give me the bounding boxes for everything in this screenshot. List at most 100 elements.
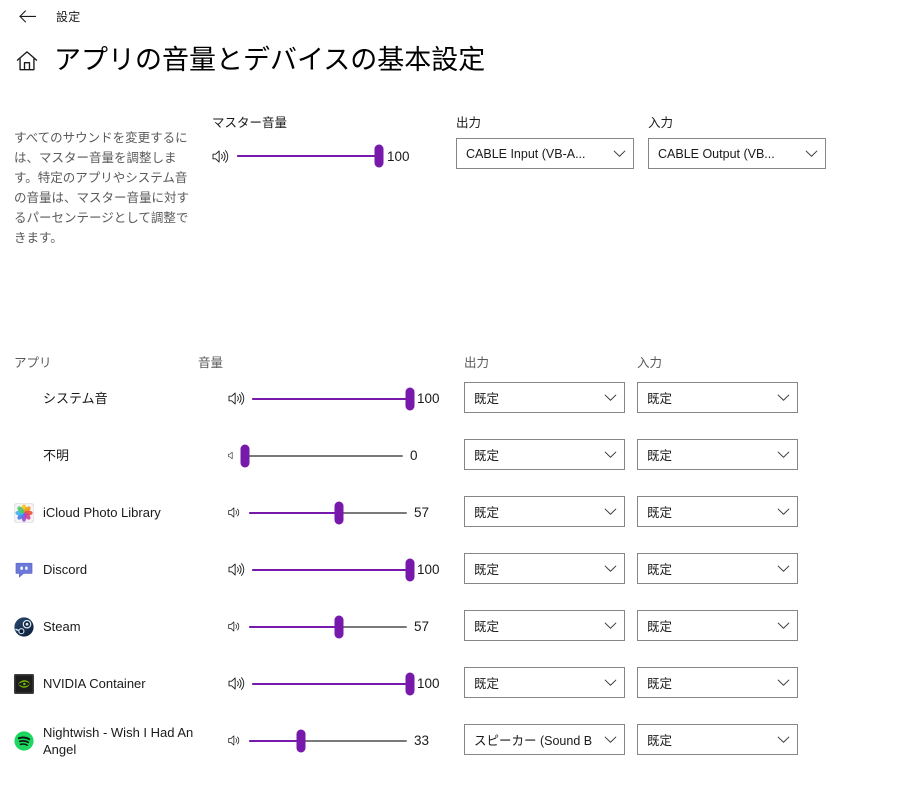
slider-thumb[interactable]	[296, 729, 306, 752]
app-volume-slider[interactable]	[249, 613, 407, 641]
app-input-dropdown[interactable]: 既定	[637, 496, 798, 527]
app-output-value: 既定	[474, 563, 500, 577]
speaker-high-icon	[228, 562, 245, 577]
master-input-value: CABLE Output (VB...	[658, 146, 775, 161]
app-input-dropdown[interactable]: 既定	[637, 553, 798, 584]
app-input-dropdown[interactable]: 既定	[637, 724, 798, 755]
app-output-dropdown[interactable]: 既定	[464, 553, 625, 584]
chevron-down-icon	[604, 451, 617, 458]
app-volume-slider[interactable]	[249, 499, 407, 527]
app-name-cell: Steam	[14, 598, 224, 655]
app-name-cell: システム音	[14, 370, 224, 427]
app-input-value: 既定	[647, 563, 673, 577]
page-heading: アプリの音量とデバイスの基本設定	[14, 45, 486, 76]
app-volume-cell: 33	[228, 712, 441, 769]
app-output-dropdown[interactable]: 既定	[464, 496, 625, 527]
app-volume-value: 57	[414, 619, 430, 634]
app-volume-value: 100	[417, 391, 440, 406]
nvidia-icon	[14, 673, 34, 694]
chevron-down-icon	[604, 508, 617, 515]
chevron-down-icon	[604, 679, 617, 686]
speaker-mid-icon	[228, 619, 242, 634]
app-volume-slider[interactable]	[252, 670, 415, 698]
master-description: すべてのサウンドを変更するには、マスター音量を調整します。特定のアプリやシステム…	[14, 131, 190, 245]
icloud-photos-icon	[13, 502, 35, 523]
slider-thumb[interactable]	[334, 501, 344, 524]
app-volume-value: 33	[414, 733, 430, 748]
column-header-volume: 音量	[198, 356, 224, 370]
apps-list: システム音 100 既定 既定 不明 0 既定 既定 iCloud Photo Library 5…	[0, 370, 910, 769]
app-volume-slider[interactable]	[252, 385, 415, 413]
chevron-down-icon	[604, 736, 617, 743]
slider-thumb[interactable]	[405, 558, 415, 581]
app-input-dropdown[interactable]: 既定	[637, 439, 798, 470]
app-name-cell: iCloud Photo Library	[13, 484, 224, 541]
chevron-down-icon	[777, 508, 790, 515]
settings-page: 設定 アプリの音量とデバイスの基本設定 すべてのサウンドを変更するには、マスター…	[0, 0, 910, 804]
app-row: システム音 100 既定 既定	[0, 370, 910, 427]
app-volume-slider[interactable]	[240, 442, 403, 470]
chevron-down-icon	[777, 565, 790, 572]
slider-thumb[interactable]	[405, 672, 415, 695]
discord-icon	[14, 560, 34, 580]
master-input-dropdown[interactable]: CABLE Output (VB...	[648, 138, 826, 169]
app-name: Steam	[43, 619, 81, 634]
app-output-dropdown[interactable]: スピーカー (Sound B	[464, 724, 625, 755]
app-volume-cell: 100	[228, 370, 444, 427]
app-output-value: 既定	[474, 449, 500, 463]
speaker-mute-icon	[228, 448, 238, 463]
speaker-mid-icon	[228, 733, 242, 748]
app-input-value: 既定	[647, 506, 673, 520]
app-volume-cell: 100	[228, 541, 444, 598]
app-output-value: 既定	[474, 506, 500, 520]
app-input-dropdown[interactable]: 既定	[637, 382, 798, 413]
app-output-dropdown[interactable]: 既定	[464, 382, 625, 413]
app-name: Discord	[43, 562, 88, 577]
chevron-down-icon	[777, 736, 790, 743]
chevron-down-icon	[604, 622, 617, 629]
column-header-output: 出力	[464, 356, 490, 370]
page-title: アプリの音量とデバイスの基本設定	[54, 45, 486, 75]
slider-thumb[interactable]	[334, 615, 344, 638]
app-name: 不明	[43, 448, 70, 463]
slider-thumb[interactable]	[405, 387, 415, 410]
app-name-cell: NVIDIA Container	[14, 655, 224, 712]
app-volume-value: 0	[410, 448, 418, 463]
app-volume-cell: 57	[228, 484, 441, 541]
app-volume-value: 100	[417, 562, 440, 577]
app-output-dropdown[interactable]: 既定	[464, 610, 625, 641]
master-output-label: 出力	[456, 116, 482, 130]
slider-thumb[interactable]	[240, 444, 250, 467]
app-input-dropdown[interactable]: 既定	[637, 667, 798, 698]
home-icon[interactable]	[14, 48, 40, 74]
app-name: NVIDIA Container	[43, 676, 146, 691]
chevron-down-icon	[777, 451, 790, 458]
chevron-down-icon	[604, 394, 617, 401]
slider-fill	[249, 739, 301, 742]
master-output-dropdown[interactable]: CABLE Input (VB-A...	[456, 138, 634, 169]
slider-fill	[237, 155, 379, 157]
slider-fill	[249, 511, 339, 514]
steam-icon	[14, 616, 34, 637]
app-output-dropdown[interactable]: 既定	[464, 667, 625, 698]
app-volume-cell: 100	[228, 655, 444, 712]
app-input-dropdown[interactable]: 既定	[637, 610, 798, 641]
app-output-dropdown[interactable]: 既定	[464, 439, 625, 470]
master-input-label: 入力	[648, 116, 674, 130]
master-volume-slider[interactable]	[237, 142, 384, 170]
app-row: Discord 100 既定 既定	[0, 541, 910, 598]
app-volume-value: 100	[417, 676, 440, 691]
master-volume-row: 100	[212, 142, 414, 170]
app-name-cell: Nightwish - Wish I Had An Angel	[14, 712, 224, 769]
app-volume-value: 57	[414, 505, 430, 520]
back-arrow-icon[interactable]	[6, 1, 48, 31]
speaker-high-icon	[228, 391, 245, 406]
window-titlebar: 設定	[0, 0, 910, 32]
app-volume-slider[interactable]	[249, 727, 407, 755]
app-volume-cell: 57	[228, 598, 441, 655]
slider-thumb[interactable]	[374, 144, 384, 168]
app-row: 不明 0 既定 既定	[0, 427, 910, 484]
app-volume-slider[interactable]	[252, 556, 415, 584]
slider-fill	[249, 625, 339, 628]
master-output-value: CABLE Input (VB-A...	[466, 146, 586, 161]
